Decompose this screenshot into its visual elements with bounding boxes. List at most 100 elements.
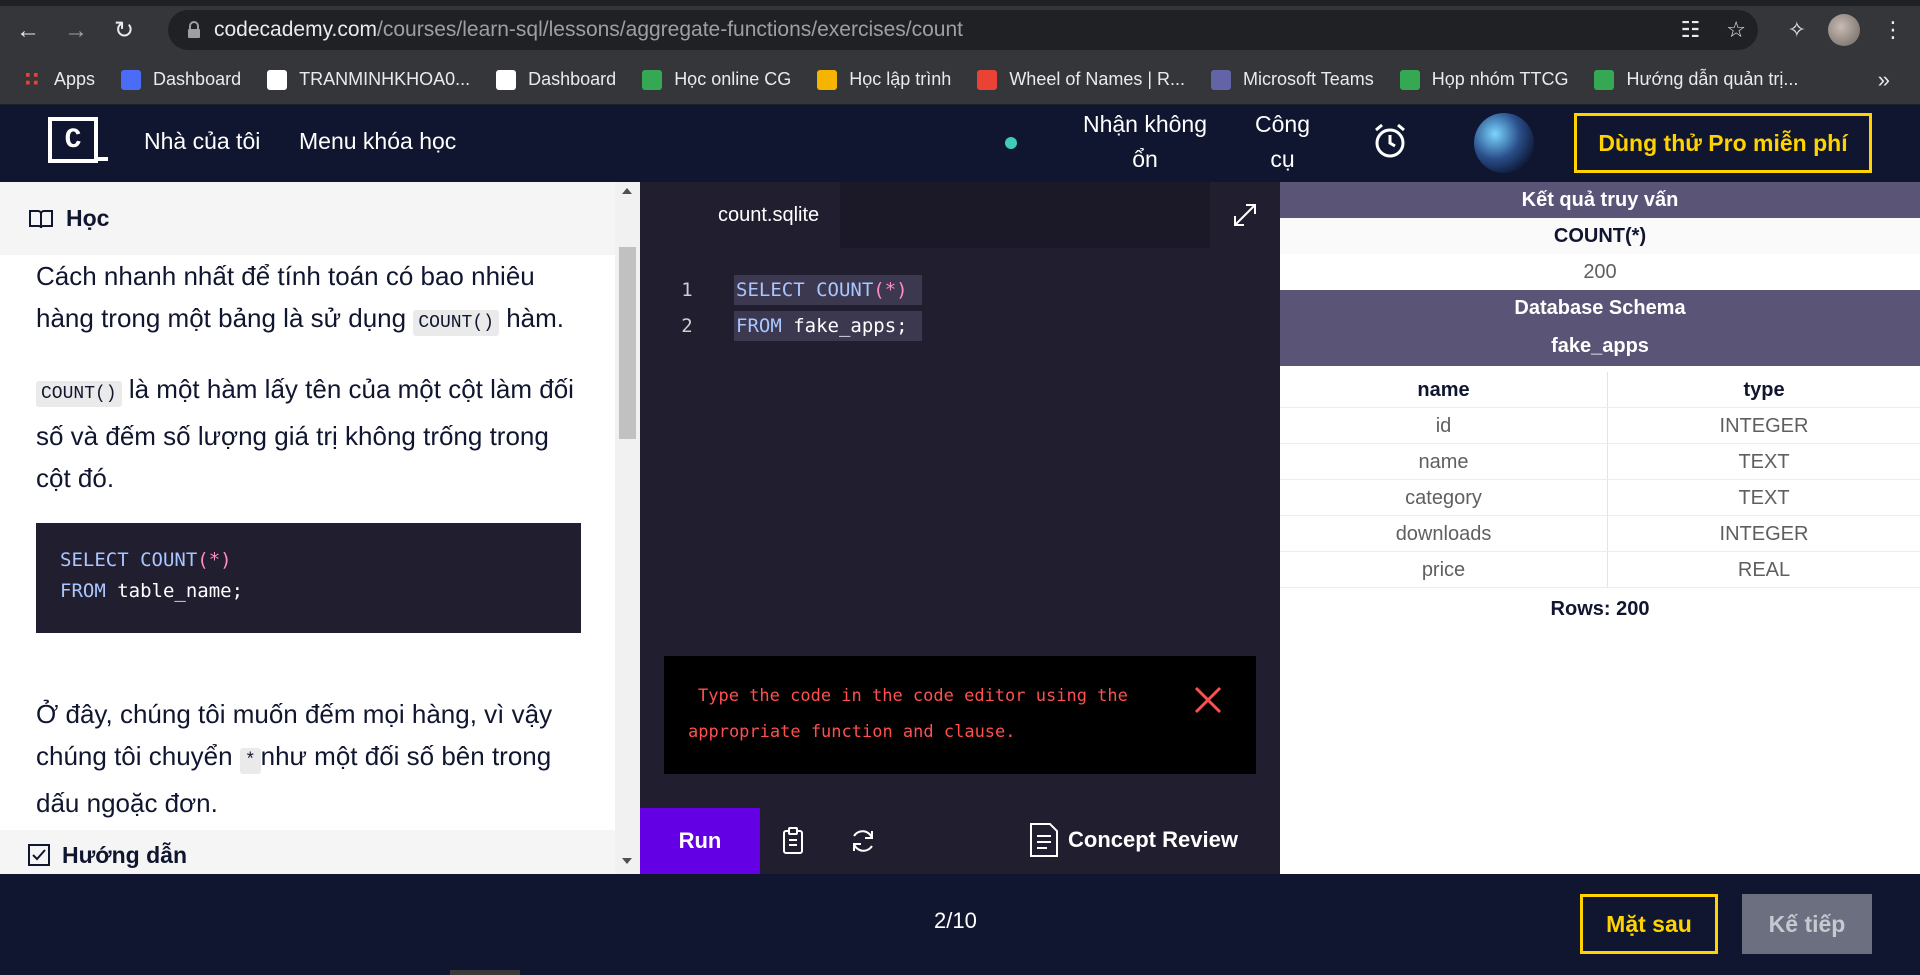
logo-underscore xyxy=(94,157,108,161)
editor-toolbar: Run Concept Review xyxy=(640,808,1280,874)
lesson-footer: 2/10 Mặt sau Kế tiếp xyxy=(0,874,1920,975)
schema-row: downloads INTEGER xyxy=(1280,516,1920,552)
bookmarks-bar: ∷ Apps Dashboard TRANMINHKHOA0... Dashboard H… xyxy=(0,55,1920,105)
schema-cell: TEXT xyxy=(1738,451,1790,473)
site-header: C Nhà của tôi Menu khóa học Nhận không ổn… xyxy=(0,105,1920,182)
taskbar-indicator xyxy=(450,970,520,975)
nav-home[interactable]: Nhà của tôi xyxy=(144,128,260,155)
scroll-down-arrow-icon[interactable] xyxy=(622,858,632,864)
star-icon[interactable]: ☆ xyxy=(1726,18,1746,42)
more-bookmarks-icon[interactable]: » xyxy=(1878,67,1890,93)
checkbox-icon xyxy=(28,844,50,866)
expand-icon[interactable] xyxy=(1210,182,1280,248)
schema-header-row: name type xyxy=(1280,372,1920,408)
next-button[interactable]: Kế tiếp xyxy=(1742,894,1872,954)
schema-cell: price xyxy=(1280,552,1608,587)
bookmark-favicon-icon xyxy=(267,69,288,90)
query-results-title: Kết quả truy vấn xyxy=(1280,182,1920,218)
schema-cell: REAL xyxy=(1737,559,1791,581)
extensions-icon[interactable]: ✧ xyxy=(1788,17,1806,43)
learn-content: Cách nhanh nhất để tính toán có bao nhiê… xyxy=(36,255,581,848)
schema-table-name: fake_apps xyxy=(1280,326,1920,366)
back-button[interactable]: Mặt sau xyxy=(1580,894,1718,954)
schema-header-cell: name xyxy=(1280,372,1608,407)
forward-arrow-icon[interactable]: → xyxy=(56,11,96,51)
try-pro-button[interactable]: Dùng thử Pro miễn phí xyxy=(1574,113,1872,173)
learn-scrollbar[interactable] xyxy=(615,182,640,874)
schema-cell: INTEGER xyxy=(1719,523,1809,545)
close-icon[interactable] xyxy=(1190,682,1226,718)
paragraph-1: Cách nhanh nhất để tính toán có bao nhiê… xyxy=(36,255,581,344)
bookmark-item[interactable]: Wheel of Names | R... xyxy=(977,69,1185,90)
reset-icon[interactable] xyxy=(848,826,878,856)
code-line[interactable]: 1 SELECT COUNT(*) xyxy=(640,272,1280,308)
scroll-thumb[interactable] xyxy=(619,247,636,439)
schema-title: Database Schema xyxy=(1280,290,1920,326)
schema-cell: category xyxy=(1280,480,1608,515)
bookmark-favicon-icon: ∷ xyxy=(25,69,39,91)
bookmark-item[interactable]: Học online CG xyxy=(642,69,791,90)
learn-header: Học xyxy=(0,182,615,255)
address-bar[interactable]: codecademy.com/courses/learn-sql/lessons… xyxy=(168,10,1758,50)
document-icon xyxy=(1030,823,1058,857)
bookmark-favicon-icon xyxy=(817,69,838,90)
menu-dots-icon[interactable]: ⋮ xyxy=(1882,17,1904,43)
bookmark-favicon-icon xyxy=(642,69,663,90)
bookmark-item[interactable]: Microsoft Teams xyxy=(1211,69,1374,90)
bookmark-item[interactable]: Học lập trình xyxy=(817,69,951,90)
learn-panel: Học Cách nhanh nhất để tính toán có bao … xyxy=(0,182,640,874)
code-editor-panel: count.sqlite 1 SELECT COUNT(*) 2 FROM fake_… xyxy=(640,182,1280,874)
bookmark-favicon-icon xyxy=(496,69,517,90)
schema-row: name TEXT xyxy=(1280,444,1920,480)
url-text: codecademy.com/courses/learn-sql/lessons… xyxy=(214,18,964,41)
unstable-link[interactable]: Nhận không ổn xyxy=(1080,107,1210,177)
codecademy-logo[interactable]: C xyxy=(48,117,98,163)
learn-title: Học xyxy=(66,205,110,231)
nav-course-menu[interactable]: Menu khóa học xyxy=(299,128,456,155)
bookmark-item[interactable]: TRANMINHKHOA0... xyxy=(267,69,470,90)
paragraph-2: COUNT() là một hàm lấy tên của một cột l… xyxy=(36,374,574,493)
bookmark-item[interactable]: Dashboard xyxy=(121,69,241,90)
bookmark-item[interactable]: Họp nhóm TTCG xyxy=(1399,69,1568,90)
tab-count-sqlite[interactable]: count.sqlite xyxy=(640,182,840,248)
paragraph-3: Ở đây, chúng tôi muốn đếm mọi hàng, vì v… xyxy=(36,699,553,818)
instructions-header[interactable]: Hướng dẫn xyxy=(0,830,615,874)
bookmark-favicon-icon xyxy=(121,69,142,90)
schema-table: name type id INTEGER name TEXT category TEXT dow… xyxy=(1280,372,1920,588)
line-number: 2 xyxy=(681,315,693,337)
reload-icon[interactable]: ↻ xyxy=(104,11,144,51)
profile-avatar[interactable] xyxy=(1828,14,1860,46)
bookmark-item[interactable]: Dashboard xyxy=(496,69,616,90)
bookmark-favicon-icon xyxy=(1399,69,1420,90)
alarm-clock-icon[interactable] xyxy=(1370,121,1410,161)
bookmark-favicon-icon xyxy=(1211,69,1232,90)
bookmark-item[interactable]: ∷ Apps xyxy=(22,69,95,91)
back-arrow-icon[interactable]: ← xyxy=(8,11,48,51)
result-column: COUNT(*) xyxy=(1280,218,1920,254)
tools-menu[interactable]: Công cụ xyxy=(1240,107,1325,177)
user-avatar[interactable] xyxy=(1474,113,1534,173)
code-area[interactable]: 1 SELECT COUNT(*) 2 FROM fake_apps; xyxy=(640,272,1280,344)
inline-code: * xyxy=(239,748,261,774)
concept-review-button[interactable]: Concept Review xyxy=(1028,822,1238,858)
example-code-block: SELECT COUNT(*) FROM table_name; xyxy=(36,523,581,633)
inline-code: COUNT() xyxy=(413,310,499,336)
schema-cell: id xyxy=(1280,408,1608,443)
scroll-up-arrow-icon[interactable] xyxy=(622,188,632,194)
book-icon xyxy=(29,209,53,228)
schema-cell: INTEGER xyxy=(1719,415,1809,437)
schema-row: price REAL xyxy=(1280,552,1920,588)
inline-code: COUNT() xyxy=(36,381,122,407)
bookmark-item[interactable]: Hướng dẫn quản trị... xyxy=(1594,69,1798,90)
error-message: Type the code in the code editor using t… xyxy=(664,656,1256,774)
schema-cell: downloads xyxy=(1280,516,1608,551)
bookmark-favicon-icon xyxy=(977,69,998,90)
run-button[interactable]: Run xyxy=(640,808,760,874)
clipboard-icon[interactable] xyxy=(778,826,808,856)
code-line[interactable]: 2 FROM fake_apps; xyxy=(640,308,1280,344)
exercise-progress: 2/10 xyxy=(934,908,977,933)
bookmark-favicon-icon xyxy=(1594,69,1615,90)
schema-cell: name xyxy=(1280,444,1608,479)
translate-icon[interactable]: ☷ xyxy=(1681,18,1701,42)
schema-row: id INTEGER xyxy=(1280,408,1920,444)
